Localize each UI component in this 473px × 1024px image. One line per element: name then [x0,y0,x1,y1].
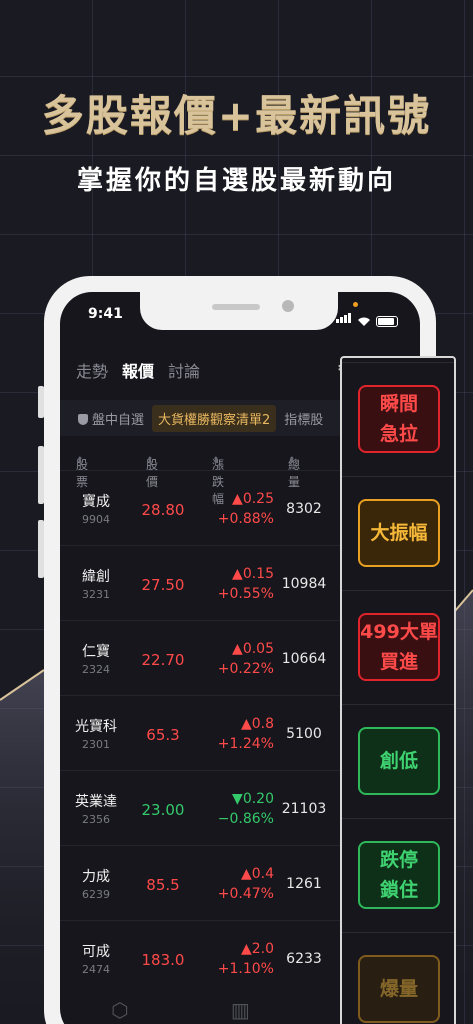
stock-price: 65.3 [146,726,180,744]
stock-change-pct: +1.24% [217,736,274,752]
battery-icon [376,316,398,327]
signal-badge[interactable]: 創低 [358,727,440,795]
mic-indicator-icon [353,302,358,307]
stock-name: 仁寶 [82,644,110,660]
stock-code: 6239 [82,888,110,901]
speaker [212,304,260,310]
stock-change: ▲0.05 [232,641,274,657]
stock-name: 力成 [82,869,110,885]
stock-name: 寶成 [82,494,110,510]
stock-code: 3231 [82,588,110,601]
stock-price: 22.70 [141,651,185,669]
sort-icon: ⬍ [288,456,296,466]
stock-change: ▲2.0 [240,941,274,957]
stock-volume: 8302 [286,501,322,517]
camera [282,300,294,312]
stock-change: ▲0.8 [240,716,274,732]
signal-panel: 瞬間 急拉大振幅 499大單 買進 創低跌停 鎖住爆量 [340,356,456,1024]
sort-icon: ⬍ [146,456,154,466]
stock-price: 23.00 [141,801,185,819]
signal-badge[interactable]: 瞬間 急拉 [358,385,440,453]
wifi-icon [358,317,370,326]
watchlist-custom[interactable]: 大貨權勝觀察清單2 [152,404,277,432]
stock-change-pct: +1.10% [217,961,274,977]
stock-name: 緯創 [82,569,110,585]
stock-volume: 10664 [281,651,327,667]
mute-switch [38,386,44,418]
notch [140,292,338,330]
tab-quote[interactable]: 報價 [122,358,154,382]
signal-slot: 大振幅 [342,476,454,590]
watchlist-intraday[interactable]: 盤中自選 [78,409,144,428]
sort-icon: ⬍ [76,456,84,466]
view-tabs: 走勢 報價 討論 [76,358,200,382]
chart-icon[interactable]: ▥ [231,998,250,1022]
signal-slot: 創低 [342,704,454,818]
headline: 多股報價+最新訊號 [41,91,432,140]
stock-name: 可成 [82,944,110,960]
stock-code: 2474 [82,963,110,976]
stock-volume: 10984 [281,576,327,592]
cube-icon[interactable]: ⬡ [111,998,128,1022]
stock-price: 183.0 [141,951,185,969]
signal-slot: 瞬間 急拉 [342,362,454,476]
sort-icon: ⬍ [212,456,220,466]
tab-trend[interactable]: 走勢 [76,358,108,382]
stock-change: ▲0.25 [232,491,274,507]
signal-slot: 爆量 [342,932,454,1024]
stock-code: 2324 [82,663,110,676]
signal-slot: 499大單 買進 [342,590,454,704]
stock-change-pct: +0.88% [217,511,274,527]
stock-volume: 1261 [286,876,322,892]
shield-icon [78,413,88,425]
signal-badge[interactable]: 爆量 [358,955,440,1023]
volume-down-button [38,520,44,578]
signal-icon [336,308,352,327]
stock-code: 2301 [82,738,110,751]
stock-volume: 21103 [281,801,327,817]
stock-volume: 6233 [286,951,322,967]
signal-badge[interactable]: 跌停 鎖住 [358,841,440,909]
stock-name: 光寶科 [75,719,117,735]
signal-badge[interactable]: 大振幅 [358,499,440,567]
stock-code: 9904 [82,513,110,526]
stock-change: ▲0.15 [232,566,274,582]
watchlist-index[interactable]: 指標股 [284,409,323,428]
stock-change-pct: +0.22% [217,661,274,677]
stock-change: ▲0.4 [240,866,274,882]
stock-volume: 5100 [286,726,322,742]
stock-change-pct: +0.47% [217,886,274,902]
status-icons [336,308,398,327]
stock-change-pct: −0.86% [217,811,274,827]
stock-name: 英業達 [75,794,117,810]
stock-price: 28.80 [141,501,185,519]
subline: 掌握你的自選股最新動向 [76,166,396,196]
tab-discussion[interactable]: 討論 [168,358,200,382]
stock-change: ▼0.20 [232,791,274,807]
stock-price: 85.5 [146,876,180,894]
stock-change-pct: +0.55% [217,586,274,602]
status-time: 9:41 [88,306,123,322]
volume-up-button [38,446,44,504]
stock-code: 2356 [82,813,110,826]
signal-badge[interactable]: 499大單 買進 [358,613,440,681]
signal-slot: 跌停 鎖住 [342,818,454,932]
stock-price: 27.50 [141,576,185,594]
